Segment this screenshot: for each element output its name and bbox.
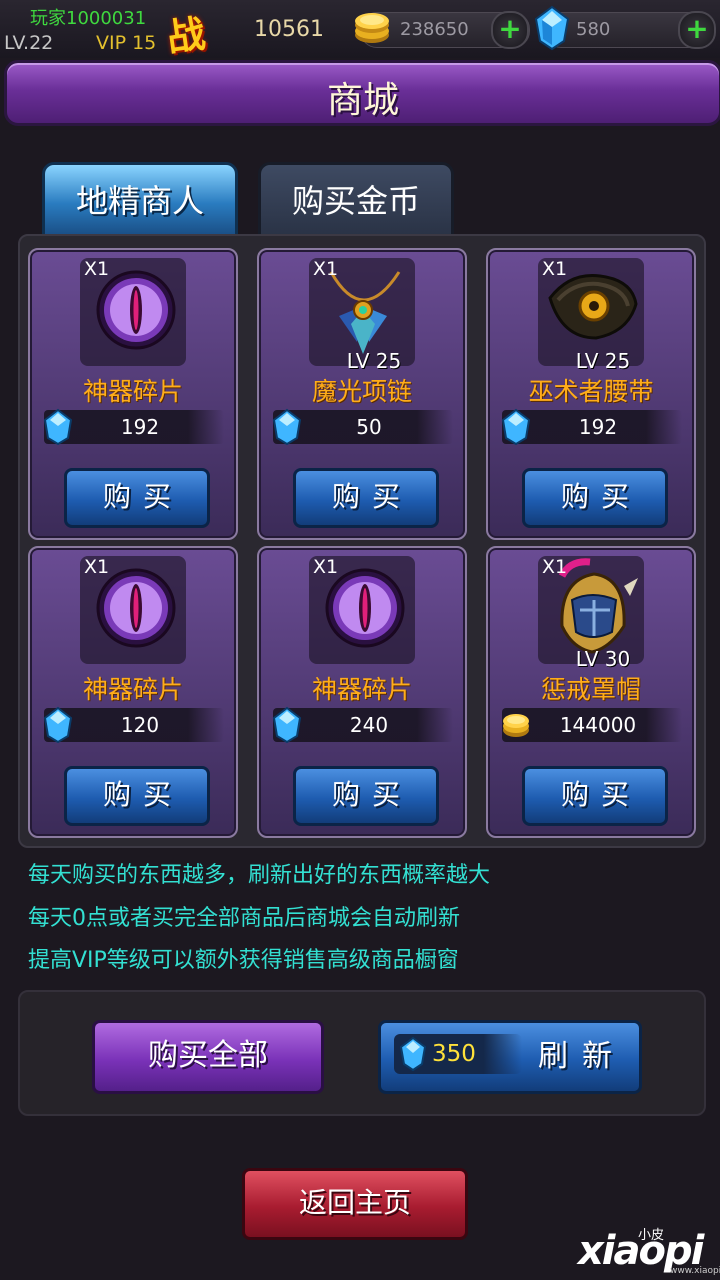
item-level: LV 25 — [346, 349, 402, 373]
tab-goblin-merchant[interactable]: 地精商人 — [42, 162, 238, 238]
item-quantity: X1 — [313, 556, 339, 578]
refresh-cost: 350 — [432, 1041, 476, 1067]
item-quantity: X1 — [542, 258, 568, 280]
page-title: 商城 — [326, 80, 399, 121]
refresh-label: 刷新 — [538, 1039, 626, 1074]
shop-item-card: X1 神器碎片 240 购买 — [257, 546, 467, 838]
info-text: 每天购买的东西越多，刷新出好的东西概率越大 — [28, 863, 491, 888]
player-level: LV.22 — [4, 32, 54, 54]
buy-button[interactable]: 购买 — [522, 468, 668, 528]
buy-all-button[interactable]: 购买全部 — [92, 1020, 324, 1094]
item-quantity: X1 — [313, 258, 339, 280]
shop-items-panel: X1 神器碎片 192 购买 X1 LV 25 魔光项链 50 购买 X1 LV… — [18, 234, 706, 848]
item-quantity: X1 — [84, 258, 110, 280]
buy-button[interactable]: 购买 — [64, 766, 210, 826]
top-status-bar: 玩家1000031 LV.22 VIP 15 战 10561 238650 + … — [0, 0, 720, 61]
tab-buy-gold[interactable]: 购买金币 — [258, 162, 454, 238]
watermark-url: www.xiaopi.com — [670, 1266, 720, 1276]
shop-item-card: X1 神器碎片 192 购买 — [28, 248, 238, 540]
shop-item-card: X1 LV 30 惩戒罩帽 144000 购买 — [486, 546, 696, 838]
info-text: 每天0点或者买完全部商品后商城会自动刷新 — [28, 906, 460, 931]
item-price: 50 — [356, 415, 382, 439]
item-name: 神器碎片 — [82, 377, 183, 406]
return-home-button[interactable]: 返回主页 — [242, 1168, 468, 1240]
gem-icon — [534, 5, 570, 51]
battle-power-icon: 战 — [164, 10, 208, 61]
title-bar: 商城 — [4, 60, 720, 126]
gem-amount: 580 — [576, 19, 611, 40]
gem-icon — [399, 1036, 427, 1072]
item-name: 神器碎片 — [311, 675, 412, 704]
item-price: 144000 — [559, 713, 637, 737]
item-name: 神器碎片 — [82, 675, 183, 704]
item-level: LV 25 — [575, 349, 631, 373]
item-quantity: X1 — [84, 556, 110, 578]
item-price: 240 — [349, 713, 389, 737]
item-level: LV 30 — [575, 647, 631, 671]
item-name: 巫术者腰带 — [528, 377, 654, 406]
buy-button[interactable]: 购买 — [293, 766, 439, 826]
item-name: 惩戒罩帽 — [540, 675, 641, 704]
add-gem-button[interactable]: + — [678, 11, 716, 49]
info-text: 提高VIP等级可以额外获得销售高级商品橱窗 — [28, 948, 459, 973]
add-gold-button[interactable]: + — [491, 11, 529, 49]
battle-power-value: 10561 — [254, 17, 324, 42]
shop-item-card: X1 LV 25 魔光项链 50 购买 — [257, 248, 467, 540]
item-price: 120 — [120, 713, 160, 737]
item-price: 192 — [120, 415, 160, 439]
gold-coin-icon — [355, 13, 389, 43]
buy-button[interactable]: 购买 — [293, 468, 439, 528]
gold-amount: 238650 — [400, 19, 469, 40]
player-name: 玩家1000031 — [30, 8, 147, 29]
item-name: 魔光项链 — [311, 377, 412, 406]
buy-button[interactable]: 购买 — [64, 468, 210, 528]
item-price: 192 — [578, 415, 618, 439]
shop-item-card: X1 神器碎片 120 购买 — [28, 546, 238, 838]
buy-button[interactable]: 购买 — [522, 766, 668, 826]
item-quantity: X1 — [542, 556, 568, 578]
vip-level: VIP 15 — [96, 32, 157, 54]
shop-item-card: X1 LV 25 巫术者腰带 192 购买 — [486, 248, 696, 540]
